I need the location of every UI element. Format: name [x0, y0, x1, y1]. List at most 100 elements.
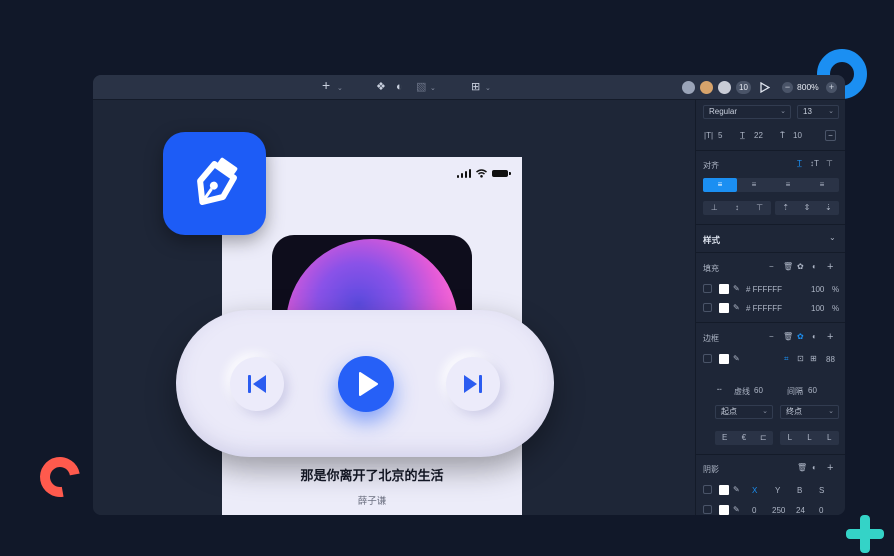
cap-butt-button[interactable]: E — [715, 431, 734, 445]
font-size-select[interactable]: 13 ⌄ — [797, 105, 839, 119]
vertical-align-group: ⊥ ↕ ⊤ — [703, 201, 771, 215]
shadow-visibility-checkbox[interactable] — [703, 505, 712, 514]
component-icon[interactable]: ❖ — [376, 80, 386, 94]
align-justify-button[interactable]: ≡ — [805, 178, 839, 192]
wifi-icon — [476, 169, 487, 178]
align-bottom-button[interactable]: ⊤ — [748, 201, 771, 215]
shadow-y-value[interactable]: 250 — [772, 506, 785, 515]
avatar[interactable] — [699, 80, 714, 95]
text-align-middle-icon[interactable]: ↕T — [810, 159, 819, 168]
join-miter-button[interactable]: L — [780, 431, 800, 445]
distribute-middle-button[interactable]: ⇕ — [796, 201, 817, 215]
gap-value[interactable]: 60 — [808, 386, 817, 395]
border-width-value[interactable]: 88 — [826, 355, 835, 364]
next-track-button[interactable] — [446, 357, 500, 411]
eyedropper-icon[interactable]: ✎ — [733, 485, 740, 494]
contrast-icon[interactable]: ◐ — [812, 332, 817, 341]
minus-icon[interactable]: − — [769, 332, 774, 341]
add-border-icon[interactable]: + — [827, 331, 833, 343]
fill-hex-value[interactable]: # FFFFFF — [746, 285, 782, 294]
cap-square-button[interactable]: ⊏ — [754, 431, 773, 445]
fill-opacity-unit: % — [832, 304, 840, 313]
join-bevel-button[interactable]: L — [819, 431, 839, 445]
fill-color-swatch[interactable] — [719, 303, 729, 313]
shadow-color-swatch[interactable] — [719, 485, 729, 495]
line-start-select[interactable]: 起点 ⌄ — [715, 405, 773, 419]
border-color-swatch[interactable] — [719, 354, 729, 364]
cap-round-button[interactable]: € — [734, 431, 753, 445]
zoom-out-button[interactable]: − — [782, 82, 793, 93]
design-app-window: + ⌄ ❖ ◐ ▧ ⌄ ⊞ ⌄ 10 − 800% + 那是你离开了北京的生活 … — [93, 75, 845, 515]
add-fill-icon[interactable]: + — [827, 261, 833, 273]
plugin-icon[interactable]: ⊞ — [471, 80, 480, 94]
shadow-color-swatch[interactable] — [719, 505, 729, 515]
dash-value[interactable]: 60 — [754, 386, 763, 395]
contrast-icon[interactable]: ◐ — [812, 463, 817, 472]
avatar[interactable] — [681, 80, 696, 95]
align-top-button[interactable]: ⊥ — [703, 201, 726, 215]
line-height-value[interactable]: 22 — [754, 131, 763, 140]
mask-icon[interactable]: ◐ — [396, 80, 403, 94]
chevron-down-icon[interactable]: ⌄ — [829, 233, 836, 242]
text-align-top-icon[interactable]: T̲ — [797, 159, 802, 168]
align-right-button[interactable]: ≡ — [771, 178, 805, 192]
skip-back-icon — [248, 375, 266, 393]
chevron-down-icon[interactable]: ⌄ — [337, 82, 343, 96]
dash-icon: ╌ — [717, 385, 722, 394]
join-round-button[interactable]: L — [800, 431, 820, 445]
paragraph-spacing-value[interactable]: 10 — [793, 131, 802, 140]
zoom-in-button[interactable]: + — [826, 82, 837, 93]
fill-opacity-value[interactable]: 100 — [811, 285, 824, 294]
play-preview-icon[interactable] — [760, 82, 770, 93]
eyedropper-icon[interactable]: ✎ — [733, 505, 740, 514]
border-outside-icon[interactable]: ⊞ — [810, 354, 817, 363]
zoom-level[interactable]: 800% — [797, 82, 819, 92]
fill-color-swatch[interactable] — [719, 284, 729, 294]
distribute-bottom-button[interactable]: ⇣ — [818, 201, 839, 215]
divider — [696, 224, 845, 225]
letter-spacing-value[interactable]: 5 — [718, 131, 722, 140]
chevron-down-icon[interactable]: ⌄ — [485, 82, 491, 96]
boolean-icon[interactable]: ▧ — [416, 80, 426, 94]
eyedropper-icon[interactable]: ✎ — [733, 303, 740, 312]
previous-track-button[interactable] — [230, 357, 284, 411]
text-align-bottom-icon[interactable]: ⊤ — [826, 159, 833, 168]
gear-icon[interactable]: ✿ — [797, 262, 804, 271]
trash-icon[interactable]: 🗑 — [797, 463, 807, 472]
eyedropper-icon[interactable]: ✎ — [733, 284, 740, 293]
shadow-spread-value[interactable]: 0 — [819, 506, 823, 515]
eyedropper-icon[interactable]: ✎ — [733, 354, 740, 363]
distribute-group: ⇡ ⇕ ⇣ — [775, 201, 839, 215]
collaborator-count-badge[interactable]: 10 — [736, 81, 751, 94]
minus-icon[interactable]: − — [769, 262, 774, 271]
fill-visibility-checkbox[interactable] — [703, 303, 712, 312]
align-label: 对齐 — [703, 161, 719, 170]
shadow-x-value[interactable]: 0 — [752, 506, 756, 515]
border-inside-icon[interactable]: ⊡ — [797, 354, 804, 363]
font-weight-select[interactable]: Regular ⌄ — [703, 105, 791, 119]
trash-icon[interactable]: 🗑 — [783, 332, 793, 341]
play-button[interactable] — [338, 356, 394, 412]
fill-opacity-value[interactable]: 100 — [811, 304, 824, 313]
border-all-sides-icon[interactable]: ⌗ — [784, 354, 789, 364]
trash-icon[interactable]: 🗑 — [783, 262, 793, 271]
fill-hex-value[interactable]: # FFFFFF — [746, 304, 782, 313]
align-left-button[interactable]: ≡ — [703, 178, 737, 192]
add-shadow-icon[interactable]: + — [827, 462, 833, 474]
gear-icon[interactable]: ✿ — [797, 332, 804, 341]
align-center-button[interactable]: ≡ — [737, 178, 771, 192]
fill-visibility-checkbox[interactable] — [703, 284, 712, 293]
distribute-top-button[interactable]: ⇡ — [775, 201, 796, 215]
shadow-visibility-checkbox[interactable] — [703, 485, 712, 494]
border-visibility-checkbox[interactable] — [703, 354, 712, 363]
design-canvas[interactable]: 那是你离开了北京的生活 薛子谦 — [93, 100, 695, 515]
insert-icon[interactable]: + — [322, 78, 330, 92]
text-options-button[interactable]: − — [825, 130, 836, 141]
contrast-icon[interactable]: ◐ — [812, 262, 817, 271]
avatar[interactable] — [717, 80, 732, 95]
line-end-select[interactable]: 终点 ⌄ — [780, 405, 839, 419]
align-middle-button[interactable]: ↕ — [726, 201, 749, 215]
chevron-down-icon[interactable]: ⌄ — [430, 82, 436, 96]
shadow-blur-value[interactable]: 24 — [796, 506, 805, 515]
shadow-blur-header: B — [797, 486, 803, 495]
